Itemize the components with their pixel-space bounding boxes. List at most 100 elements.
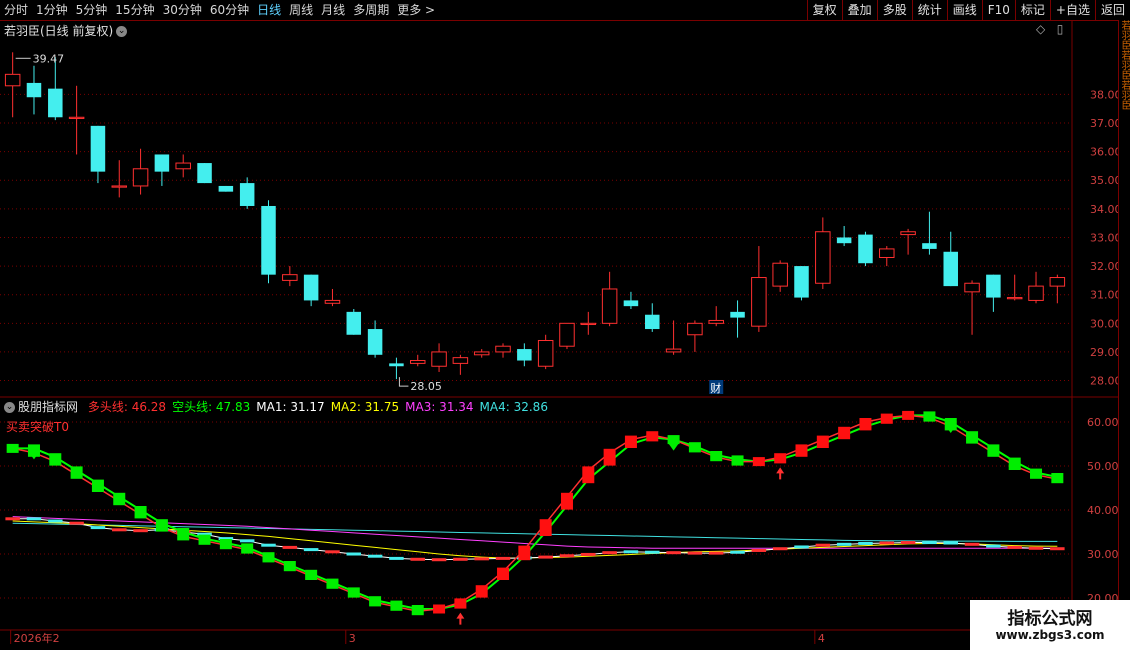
period-tab[interactable]: 30分钟 xyxy=(159,0,206,20)
candle-body-up xyxy=(4,73,21,87)
toolbar-button[interactable]: 返回 xyxy=(1094,0,1130,20)
price-tick-label: 32.00 xyxy=(1090,260,1122,273)
period-tab[interactable]: 5分钟 xyxy=(72,0,112,20)
ma-overlay-tick xyxy=(453,557,468,561)
price-tick-label: 28.00 xyxy=(1090,375,1122,388)
indicator-name: 股朋指标网 xyxy=(18,400,79,414)
ma-overlay-tick xyxy=(69,521,84,525)
legend-item: MA1: 31.17 xyxy=(256,400,325,414)
candle-body-up xyxy=(132,168,149,187)
ma-overlay-tick xyxy=(367,554,383,558)
trend-band-block xyxy=(283,561,296,572)
chevron-down-icon[interactable]: ⌄ xyxy=(4,402,15,413)
trend-band-block xyxy=(347,587,360,598)
candle-body-down xyxy=(218,185,234,192)
period-tab[interactable]: 多周期 xyxy=(349,0,393,20)
trend-band-block xyxy=(1051,473,1064,484)
trend-band-block xyxy=(966,431,979,444)
trend-band-block xyxy=(731,455,744,466)
chevron-down-icon[interactable]: ⌄ xyxy=(116,26,128,37)
legend-item: MA4: 32.86 xyxy=(479,400,548,414)
stock-title: 若羽臣(日线 前复权) xyxy=(4,24,114,38)
period-tab[interactable]: 日线 xyxy=(253,0,285,20)
ma-overlay-tick xyxy=(346,552,362,556)
ma-overlay-tick xyxy=(90,526,106,530)
candle-body-up xyxy=(580,322,597,326)
kline-chart[interactable]: 38.00 37.00 36.00 35.00 34.00 33.00 32.00 31.00… xyxy=(0,20,1130,650)
trend-band-block xyxy=(646,431,659,442)
period-tab[interactable]: 周线 xyxy=(285,0,317,20)
trend-band-block xyxy=(816,435,829,448)
ma-overlay-tick xyxy=(581,552,596,556)
trend-band-block xyxy=(177,528,190,541)
trend-band-block xyxy=(752,457,765,467)
trend-band-block xyxy=(987,444,1000,457)
candle-body-up xyxy=(409,360,426,364)
legend-item: 空头线: 47.83 xyxy=(172,400,251,414)
trend-band-block xyxy=(1030,468,1043,479)
toolbar-buttons: 复权 叠加 多股 统计 画线 F10 标记 +自选 返回 xyxy=(806,0,1130,20)
ma-overlay-tick xyxy=(1007,545,1022,549)
trend-band-block xyxy=(902,410,915,420)
candle-body-up xyxy=(879,248,895,258)
period-tab[interactable]: 15分钟 xyxy=(111,0,158,20)
diamond-icon[interactable]: ◇ xyxy=(1036,22,1045,36)
candle-body-up xyxy=(751,277,767,327)
buy-arrow-icon xyxy=(456,612,465,625)
trend-band-block xyxy=(774,453,787,464)
trend-band-block xyxy=(838,426,851,440)
trend-band-block xyxy=(475,585,488,598)
price-tick-label: 34.00 xyxy=(1090,203,1122,216)
legend-item: 多头线: 46.28 xyxy=(87,400,167,414)
ma-overlay-tick xyxy=(26,517,42,521)
candle-body-up xyxy=(1049,277,1066,287)
trend-band-block xyxy=(91,479,104,492)
indicator-title-bar: ⌄ 股朋指标网 多头线: 46.28 空头线: 47.83 MA1: 31.17 MA2… xyxy=(4,398,548,415)
ma-overlay-tick xyxy=(964,542,980,546)
toolbar-button[interactable]: 复权 xyxy=(806,0,842,20)
trend-band-block xyxy=(198,534,211,545)
candle-body-up xyxy=(900,231,916,236)
candle-body-up xyxy=(665,348,682,353)
trend-band-block xyxy=(603,448,616,466)
ma-overlay-tick xyxy=(666,551,681,555)
ma-overlay-tick xyxy=(1050,547,1065,551)
price-tick-label: 36.00 xyxy=(1090,146,1122,159)
toolbar-button[interactable]: 叠加 xyxy=(841,0,877,20)
trend-band-block xyxy=(326,578,339,589)
candle-body-down xyxy=(90,125,106,172)
ma-overlay-tick xyxy=(112,528,127,532)
ma-overlay-tick xyxy=(922,541,937,545)
toolbar-button[interactable]: 画线 xyxy=(946,0,982,20)
ma-overlay-tick xyxy=(815,543,831,547)
period-tab[interactable]: 1分钟 xyxy=(32,0,72,20)
ma-overlay-tick xyxy=(772,547,788,551)
period-tab[interactable]: 更多 > xyxy=(393,0,439,20)
candle-body-down xyxy=(645,314,660,330)
period-tab[interactable]: 月线 xyxy=(317,0,349,20)
toolbar-button[interactable]: +自选 xyxy=(1049,0,1095,20)
toolbar-button[interactable]: F10 xyxy=(981,0,1015,20)
candle-body-up xyxy=(772,262,788,287)
ma-overlay-tick xyxy=(751,548,767,552)
ma-overlay-tick xyxy=(474,557,489,561)
candle-body-down xyxy=(730,311,745,318)
ma-overlay-tick xyxy=(559,554,575,558)
ma-overlay-tick xyxy=(986,544,1001,548)
price-tick-label: 30.00 xyxy=(1090,317,1122,330)
toolbar-button[interactable]: 多股 xyxy=(876,0,912,20)
candle-body-up xyxy=(473,351,490,356)
candle-body-up xyxy=(111,185,128,188)
toolbar-button[interactable]: 统计 xyxy=(911,0,947,20)
toolbar-button[interactable]: 标记 xyxy=(1014,0,1050,20)
ma-overlay-tick xyxy=(708,551,724,555)
finance-marker: 财 xyxy=(710,381,721,395)
side-strip: 若羽臣若羽臣若羽臣 xyxy=(1118,20,1130,630)
sell-arrow-icon xyxy=(668,443,679,451)
ma-overlay-tick xyxy=(303,548,319,552)
panel-toggle-icon[interactable]: ▯ xyxy=(1057,22,1064,36)
ma-overlay-tick xyxy=(943,541,958,545)
period-tab[interactable]: 分时 xyxy=(0,0,32,20)
period-tab[interactable]: 60分钟 xyxy=(206,0,253,20)
candle-body-up xyxy=(175,162,191,170)
